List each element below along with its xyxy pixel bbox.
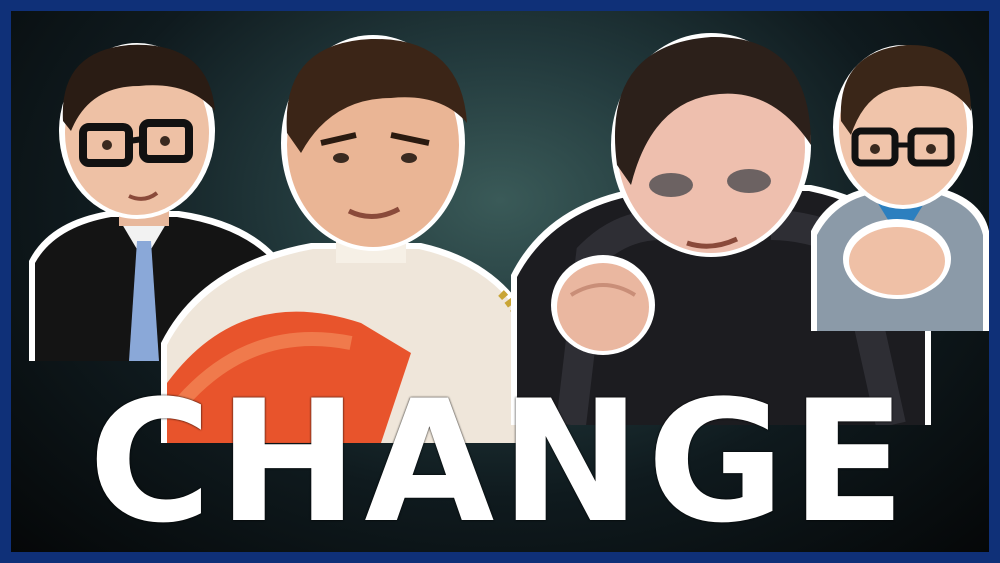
- thumbnail-title: CHANGE: [88, 364, 912, 560]
- far-right-character-nervous: [811, 31, 989, 331]
- thumbnail-background: CHANGE: [11, 11, 989, 552]
- thumbnail-frame: CHANGE: [0, 0, 1000, 563]
